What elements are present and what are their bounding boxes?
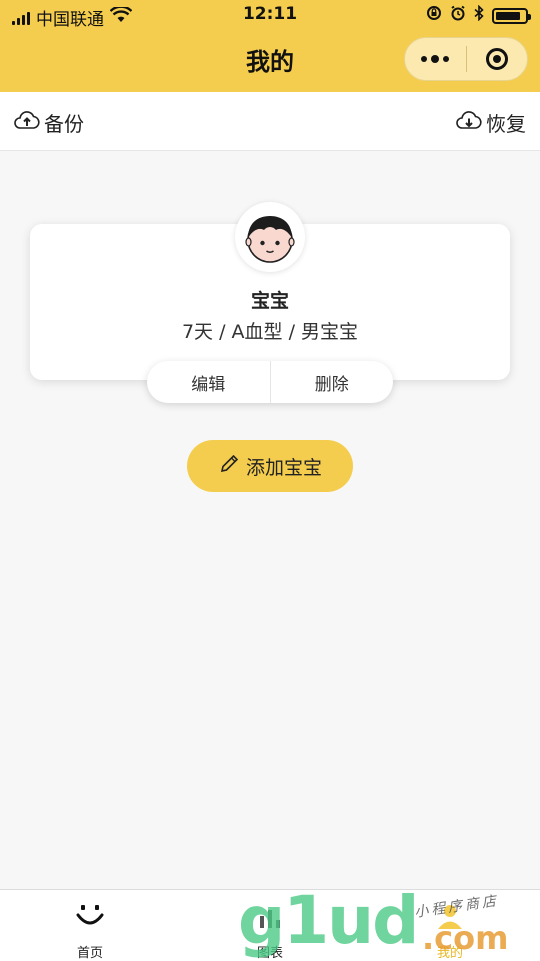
baby-actions: 编辑 删除 <box>147 361 393 403</box>
status-bar: 中国联通 12:11 <box>0 0 540 30</box>
baby-info: 7天 / A血型 / 男宝宝 <box>181 321 359 343</box>
tab-mine-label: 我的 <box>436 946 463 961</box>
pencil-icon <box>218 453 240 480</box>
more-dots-icon <box>421 55 450 63</box>
profile-icon <box>438 905 462 929</box>
alarm-icon <box>450 5 466 26</box>
tab-home[interactable]: 首页 <box>0 890 180 961</box>
backup-label: 备份 <box>44 112 84 136</box>
cloud-download-icon <box>456 110 482 135</box>
baby-avatar <box>235 202 305 272</box>
miniprogram-capsule <box>404 37 528 81</box>
nav-bar: 我的 <box>0 30 540 92</box>
target-icon <box>485 48 508 70</box>
add-baby-button[interactable]: 添加宝宝 <box>187 440 353 492</box>
backup-toolbar: 备份 恢复 <box>0 92 540 151</box>
baby-face-icon <box>245 216 295 263</box>
smile-icon <box>76 905 104 925</box>
close-miniprogram-button[interactable] <box>467 38 528 80</box>
restore-label: 恢复 <box>486 112 526 136</box>
battery-fill <box>496 11 520 20</box>
battery-icon <box>492 7 531 24</box>
backup-button[interactable]: 备份 <box>14 108 84 137</box>
add-baby-label: 添加宝宝 <box>245 456 322 479</box>
delete-button[interactable]: 删除 <box>271 370 394 395</box>
rotation-lock-icon <box>426 5 442 26</box>
restore-button[interactable]: 恢复 <box>456 108 526 137</box>
more-button[interactable] <box>405 38 466 80</box>
tab-home-label: 首页 <box>76 946 103 961</box>
edit-button[interactable]: 编辑 <box>147 370 270 395</box>
chart-icon <box>260 910 280 928</box>
tab-chart[interactable]: 图表 <box>180 890 360 961</box>
tab-mine[interactable]: 我的 <box>360 890 540 961</box>
cloud-upload-icon <box>14 110 40 135</box>
bluetooth-icon <box>474 4 484 26</box>
status-right <box>426 4 531 26</box>
baby-name: 宝宝 <box>250 290 289 312</box>
tab-chart-label: 图表 <box>256 946 283 961</box>
tab-bar: 首页 图表 我的 <box>0 889 540 961</box>
